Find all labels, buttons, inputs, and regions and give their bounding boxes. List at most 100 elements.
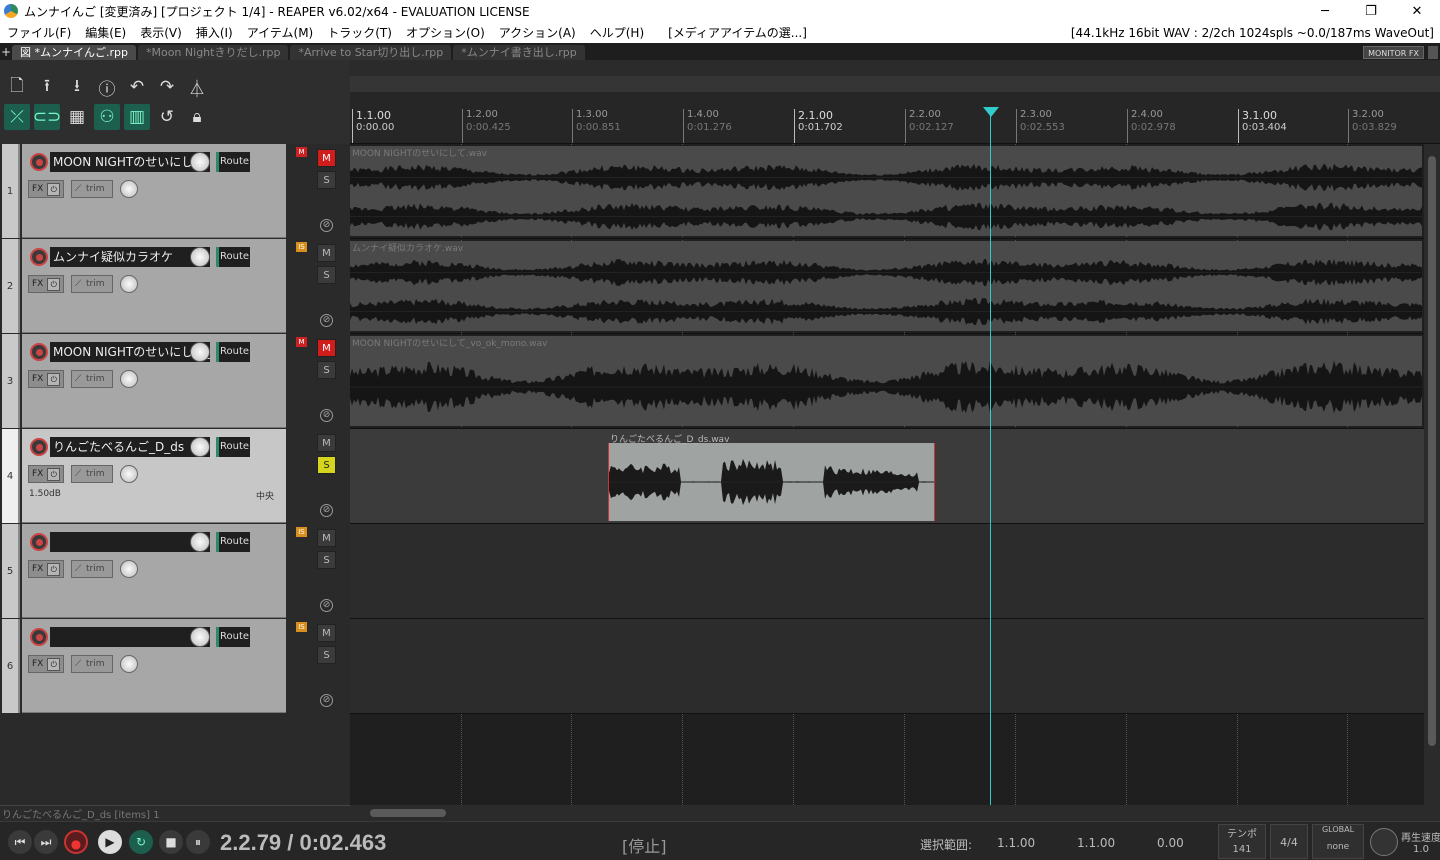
track-lane[interactable]: ムンナイ疑似カラオケ.wav xyxy=(350,239,1424,334)
selection-start[interactable]: 1.1.00 xyxy=(997,836,1035,850)
fx-bypass-icon[interactable]: ⏻ xyxy=(47,467,61,481)
time-signature[interactable]: 4/4 xyxy=(1270,824,1308,859)
selection-end[interactable]: 1.1.00 xyxy=(1077,836,1115,850)
track-lane[interactable]: MOON NIGHTのせいにして_vo_ok_mono.wav xyxy=(350,334,1424,429)
volume-knob[interactable] xyxy=(190,152,210,172)
snap-grid-icon[interactable]: ▦ xyxy=(64,104,90,130)
route-button[interactable]: Route xyxy=(216,627,250,647)
mute-button[interactable]: M xyxy=(317,244,336,262)
undo-icon[interactable]: ↶ xyxy=(124,74,150,100)
pan-knob[interactable] xyxy=(120,655,138,673)
track-number[interactable]: 2 xyxy=(2,239,20,333)
automation-mode-button[interactable]: trim xyxy=(71,370,113,388)
menu-recent-action[interactable]: [メディアアイテムの選...] xyxy=(661,24,814,41)
stop-button[interactable]: ■ xyxy=(159,830,183,854)
solo-button[interactable]: S xyxy=(317,456,336,474)
scroll-thumb[interactable] xyxy=(1428,156,1436,746)
media-item[interactable] xyxy=(608,443,935,521)
route-button[interactable]: Route xyxy=(216,532,250,552)
project-tab[interactable]: *Arrive to Star切り出し.rpp xyxy=(290,45,452,60)
track-header[interactable]: Route FX⏻ trim xyxy=(22,524,286,618)
media-item[interactable]: MOON NIGHTのせいにして.wav xyxy=(350,146,1422,236)
solo-button[interactable]: S xyxy=(317,171,336,189)
track-lane[interactable] xyxy=(350,524,1424,619)
track-3[interactable]: 3 MOON NIGHTのせいにして_ Route FX⏻ trim M M S… xyxy=(0,334,350,429)
fx-button[interactable]: FX ⏻ xyxy=(28,465,64,483)
track-name-field[interactable]: MOON NIGHTのせいにして xyxy=(50,152,210,172)
volume-knob[interactable] xyxy=(190,627,210,647)
track-header[interactable]: ムンナイ疑似カラオケ Route FX⏻ trim xyxy=(22,239,286,333)
grouping-icon[interactable]: ⊂⊃ xyxy=(33,104,61,130)
automation-mode-button[interactable]: trim xyxy=(71,180,113,198)
mute-button[interactable]: M xyxy=(317,339,336,357)
phase-invert-icon[interactable]: ⊘ xyxy=(320,599,333,612)
envelope-indicator[interactable]: M xyxy=(296,147,307,157)
track-name-field[interactable]: りんごたべるんご_D_ds xyxy=(50,437,210,457)
record-arm-button[interactable] xyxy=(30,248,48,266)
track-header[interactable]: Route FX⏻ trim xyxy=(22,619,286,713)
track-header[interactable]: りんごたべるんご_D_ds Route FX⏻ trim 1.50dB 中央 xyxy=(22,429,286,523)
fx-bypass-icon[interactable]: ⏻ xyxy=(47,182,61,196)
fx-button[interactable]: FX ⏻ xyxy=(28,180,64,198)
fx-button[interactable]: FX ⏻ xyxy=(28,275,64,293)
playrate-box[interactable]: 再生速度 1.0 xyxy=(1401,829,1440,855)
mute-button[interactable]: M xyxy=(317,434,336,452)
automation-mode-button[interactable]: trim xyxy=(71,465,113,483)
automation-mode-button[interactable]: trim xyxy=(71,655,113,673)
minimize-button[interactable]: ─ xyxy=(1302,0,1348,22)
phase-invert-icon[interactable]: ⊘ xyxy=(320,314,333,327)
menu-edit[interactable]: 編集(E) xyxy=(78,24,133,41)
track-5[interactable]: 5 Route FX⏻ trim IS M S ⊘ xyxy=(0,524,350,619)
envelope-follow-icon[interactable]: ↺ xyxy=(154,104,180,130)
fx-bypass-icon[interactable]: ⏻ xyxy=(47,562,61,576)
vertical-scrollbar[interactable] xyxy=(1424,144,1440,805)
envelope-indicator[interactable]: IS xyxy=(296,622,307,632)
menu-actions[interactable]: アクション(A) xyxy=(492,24,583,41)
track-name-field[interactable] xyxy=(50,532,210,552)
media-item[interactable]: MOON NIGHTのせいにして_vo_ok_mono.wav xyxy=(350,336,1422,426)
track-lane[interactable]: MOON NIGHTのせいにして.wav xyxy=(350,144,1424,239)
item-lock-grid-icon[interactable]: ▥ xyxy=(124,104,150,130)
horizontal-scrollbar[interactable] xyxy=(350,805,1424,821)
project-settings-icon[interactable]: ⓘ xyxy=(94,74,120,100)
solo-button[interactable]: S xyxy=(317,551,336,569)
save-project-icon[interactable]: ⭳ xyxy=(64,74,90,100)
fx-button[interactable]: FX ⏻ xyxy=(28,370,64,388)
fx-bypass-icon[interactable]: ⏻ xyxy=(47,277,61,291)
route-button[interactable]: Route xyxy=(216,247,250,267)
track-number[interactable]: 1 xyxy=(2,144,20,238)
metronome-icon[interactable]: ⏃ xyxy=(184,74,210,100)
playhead-marker[interactable] xyxy=(983,107,999,117)
mute-button[interactable]: M xyxy=(317,624,336,642)
pan-knob[interactable] xyxy=(120,560,138,578)
pan-knob[interactable] xyxy=(120,275,138,293)
track-number[interactable]: 5 xyxy=(2,524,20,618)
volume-knob[interactable] xyxy=(190,342,210,362)
record-arm-button[interactable] xyxy=(30,153,48,171)
fx-button[interactable]: FX ⏻ xyxy=(28,560,64,578)
tempo-box[interactable]: テンポ 141 xyxy=(1218,824,1266,859)
pan-knob[interactable] xyxy=(120,370,138,388)
redo-icon[interactable]: ↷ xyxy=(154,74,180,100)
fx-bypass-icon[interactable]: ⏻ xyxy=(47,657,61,671)
track-lane[interactable] xyxy=(350,619,1424,714)
selection-length[interactable]: 0.00 xyxy=(1157,836,1184,850)
track-2[interactable]: 2 ムンナイ疑似カラオケ Route FX⏻ trim IS M S ⊘ xyxy=(0,239,350,334)
record-arm-button[interactable] xyxy=(30,533,48,551)
pan-knob[interactable] xyxy=(120,465,138,483)
volume-knob[interactable] xyxy=(190,247,210,267)
menu-file[interactable]: ファイル(F) xyxy=(0,24,78,41)
phase-invert-icon[interactable]: ⊘ xyxy=(320,409,333,422)
lock-icon[interactable]: 🔒︎ xyxy=(184,104,210,130)
track-header[interactable]: MOON NIGHTのせいにして Route FX⏻ trim xyxy=(22,144,286,238)
solo-button[interactable]: S xyxy=(317,266,336,284)
track-lane[interactable]: りんごたべるんご_D_ds.wav xyxy=(350,429,1424,524)
close-button[interactable]: ✕ xyxy=(1394,0,1440,22)
monitor-fx-button[interactable]: MONITOR FX xyxy=(1363,46,1424,59)
solo-button[interactable]: S xyxy=(317,361,336,379)
menu-help[interactable]: ヘルプ(H) xyxy=(583,24,651,41)
phase-invert-icon[interactable]: ⊘ xyxy=(320,219,333,232)
volume-knob[interactable] xyxy=(190,437,210,457)
record-arm-button[interactable] xyxy=(30,438,48,456)
track-number[interactable]: 3 xyxy=(2,334,20,428)
